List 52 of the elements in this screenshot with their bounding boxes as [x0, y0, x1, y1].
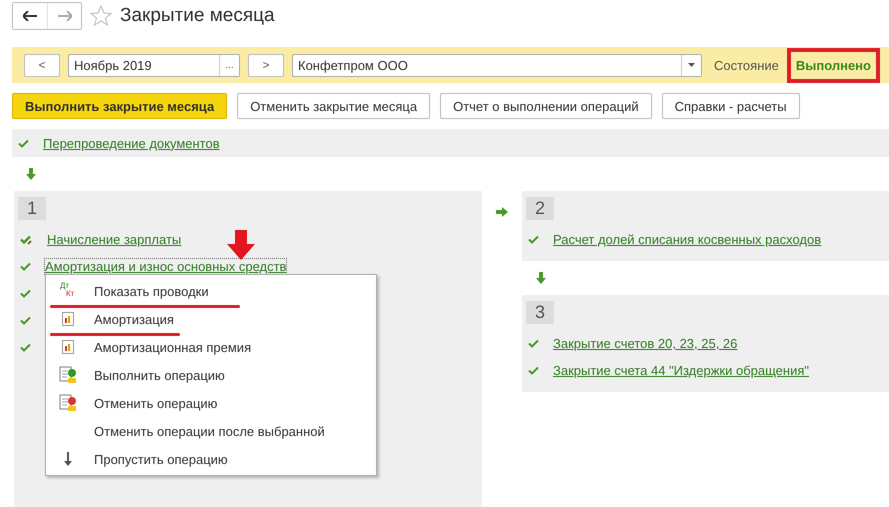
step-number: 3 — [526, 301, 554, 324]
annotation-arrow-icon — [226, 230, 256, 260]
report-icon — [62, 340, 74, 354]
operation-link[interactable]: Расчет долей списания косвенных расходов — [553, 232, 822, 247]
back-arrow-icon — [23, 11, 37, 21]
menu-item[interactable]: Пропустить операцию — [46, 445, 376, 473]
check-icon — [20, 343, 31, 352]
down-arrow-icon — [26, 168, 36, 180]
operation-link[interactable]: Амортизация и износ основных средств — [45, 259, 286, 274]
step-number: 1 — [18, 197, 46, 220]
dropdown-button[interactable] — [681, 54, 701, 76]
toolbar-button[interactable]: Отчет о выполнении операций — [440, 93, 652, 119]
period-field[interactable]: Ноябрь 2019 ... — [68, 54, 240, 76]
toolbar-button[interactable]: Выполнить закрытие месяца — [12, 93, 228, 119]
window-title: Закрытие месяца — [120, 5, 275, 27]
check-icon — [528, 235, 539, 244]
next-period-button[interactable]: > — [248, 54, 284, 76]
state-value: Выполнено — [786, 48, 880, 82]
star-icon[interactable] — [90, 5, 112, 27]
organization-field[interactable]: Конфетпром ООО — [292, 54, 702, 76]
check-icon — [528, 366, 539, 375]
down-arrow-icon — [536, 272, 546, 284]
check-icon — [20, 316, 31, 325]
check-icon — [20, 262, 31, 271]
check-pencil-icon — [20, 234, 33, 244]
document-undo-icon — [59, 394, 77, 412]
menu-item[interactable]: Выполнить операцию — [46, 361, 376, 389]
menu-item[interactable]: Амортизация — [46, 305, 376, 333]
forward-arrow-icon — [58, 11, 72, 21]
document-run-icon — [59, 366, 77, 384]
menu-item[interactable]: Отменить операцию — [46, 389, 376, 417]
menu-item[interactable]: Амортизационная премия — [46, 333, 376, 361]
toolbar-button[interactable]: Справки - расчеты — [662, 93, 800, 119]
check-icon — [18, 138, 29, 148]
state-label: Состояние — [714, 58, 779, 72]
check-icon — [20, 289, 31, 298]
caret-icon — [688, 63, 695, 67]
debit-credit-icon: Дт Кт — [58, 281, 78, 301]
step-number: 2 — [526, 197, 554, 220]
choose-button[interactable]: ... — [219, 54, 239, 76]
operation-link[interactable]: Закрытие счета 44 "Издержки обращения" — [553, 363, 809, 378]
check-icon — [528, 339, 539, 348]
operation-link[interactable]: Закрытие счетов 20, 23, 25, 26 — [553, 336, 738, 351]
menu-item[interactable]: Дт Кт Показать проводки — [46, 277, 376, 305]
previous-period-button[interactable]: < — [24, 54, 60, 76]
down-arrow-icon — [63, 452, 73, 466]
menu-item[interactable]: Отменить операции после выбранной — [46, 417, 376, 445]
operation-link[interactable]: Перепроведение документов — [43, 136, 220, 150]
operation-link[interactable]: Начисление зарплаты — [47, 232, 182, 247]
report-icon — [62, 312, 74, 326]
right-arrow-icon — [496, 207, 508, 217]
toolbar-button[interactable]: Отменить закрытие месяца — [237, 93, 430, 119]
